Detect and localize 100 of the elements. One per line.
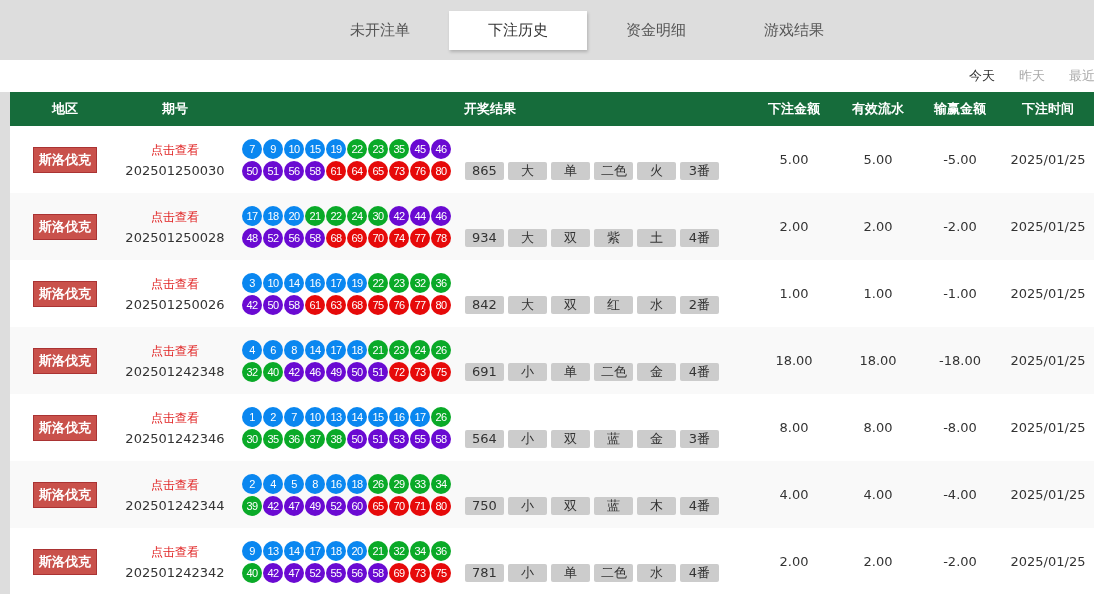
table-cell-text: -18.00 xyxy=(938,353,982,368)
number-ball: 76 xyxy=(389,294,409,315)
number-ball: 26 xyxy=(431,406,451,427)
number-ball: 16 xyxy=(389,406,409,427)
view-link[interactable]: 点击查看 xyxy=(151,342,199,360)
number-ball: 76 xyxy=(410,160,430,181)
number-ball: 18 xyxy=(347,473,367,494)
number-ball: 55 xyxy=(326,562,346,583)
view-link[interactable]: 点击查看 xyxy=(151,409,199,427)
number-ball: 3 xyxy=(242,272,262,293)
number-ball: 51 xyxy=(368,428,388,449)
result-tag: 小 xyxy=(508,362,547,381)
result-tag: 842 xyxy=(465,295,504,314)
tab[interactable]: 未开注单 xyxy=(311,10,449,50)
table-cell-text: -2.00 xyxy=(942,219,978,234)
column-header: 下注时间 xyxy=(1021,100,1075,118)
number-ball: 26 xyxy=(368,473,388,494)
number-ball: 24 xyxy=(347,205,367,226)
number-ball: 49 xyxy=(305,495,325,516)
region-label: 斯洛伐克 xyxy=(33,414,97,441)
number-ball: 7 xyxy=(284,406,304,427)
number-ball: 18 xyxy=(263,205,283,226)
number-ball: 40 xyxy=(242,562,262,583)
view-link[interactable]: 点击查看 xyxy=(151,543,199,561)
number-ball: 39 xyxy=(242,495,262,516)
number-ball: 10 xyxy=(263,272,283,293)
result-tag: 781 xyxy=(465,563,504,582)
number-ball: 50 xyxy=(242,160,262,181)
tab[interactable]: 资金明细 xyxy=(587,10,725,50)
number-ball: 4 xyxy=(242,339,262,360)
table-cell-text: 4.00 xyxy=(778,487,810,502)
number-ball: 47 xyxy=(284,495,304,516)
result-tag: 双 xyxy=(551,295,590,314)
number-ball: 8 xyxy=(284,339,304,360)
number-ball: 42 xyxy=(389,205,409,226)
table-cell-text: -4.00 xyxy=(942,487,978,502)
number-ball: 15 xyxy=(368,406,388,427)
number-ball: 17 xyxy=(305,540,325,561)
number-ball: 40 xyxy=(263,361,283,382)
table-cell-text: 4.00 xyxy=(862,487,894,502)
number-ball: 61 xyxy=(326,160,346,181)
number-ball: 19 xyxy=(347,272,367,293)
number-ball: 46 xyxy=(431,205,451,226)
number-ball: 55 xyxy=(410,428,430,449)
number-ball: 52 xyxy=(305,562,325,583)
result-tag: 木 xyxy=(637,496,676,515)
number-ball: 73 xyxy=(389,160,409,181)
view-link[interactable]: 点击查看 xyxy=(151,208,199,226)
result-tag: 双 xyxy=(551,496,590,515)
result-tag: 865 xyxy=(465,161,504,180)
number-ball: 52 xyxy=(263,227,283,248)
number-ball: 70 xyxy=(368,227,388,248)
number-ball: 17 xyxy=(326,272,346,293)
period-number: 202501242342 xyxy=(125,564,225,580)
number-ball: 36 xyxy=(431,540,451,561)
number-ball: 58 xyxy=(431,428,451,449)
period-number: 202501250028 xyxy=(125,229,225,245)
number-ball: 33 xyxy=(410,473,430,494)
table-cell-text: 8.00 xyxy=(862,420,894,435)
result-tag: 红 xyxy=(594,295,633,314)
tab[interactable]: 下注历史 xyxy=(449,10,587,50)
date-filter-button[interactable]: 今天 xyxy=(962,67,1002,85)
region-label: 斯洛伐克 xyxy=(33,548,97,575)
number-ball: 24 xyxy=(410,339,430,360)
number-ball: 80 xyxy=(431,294,451,315)
number-ball: 49 xyxy=(326,361,346,382)
result-tag: 双 xyxy=(551,228,590,247)
result-tag: 单 xyxy=(551,161,590,180)
table-cell-text: 5.00 xyxy=(778,152,810,167)
table-cell-text: -5.00 xyxy=(942,152,978,167)
table-cell-text: 5.00 xyxy=(862,152,894,167)
result-tag: 单 xyxy=(551,362,590,381)
number-ball: 69 xyxy=(347,227,367,248)
result-tag: 小 xyxy=(508,429,547,448)
result-tag: 二色 xyxy=(594,362,633,381)
number-ball: 2 xyxy=(242,473,262,494)
number-ball: 17 xyxy=(242,205,262,226)
number-ball: 21 xyxy=(368,339,388,360)
number-ball: 14 xyxy=(305,339,325,360)
tab[interactable]: 游戏结果 xyxy=(725,10,863,50)
number-ball: 75 xyxy=(431,361,451,382)
number-ball: 6 xyxy=(263,339,283,360)
number-ball: 69 xyxy=(389,562,409,583)
view-link[interactable]: 点击查看 xyxy=(151,275,199,293)
period-number: 202501250026 xyxy=(125,296,225,312)
number-ball: 80 xyxy=(431,160,451,181)
region-label: 斯洛伐克 xyxy=(33,213,97,240)
view-link[interactable]: 点击查看 xyxy=(151,476,199,494)
result-tag: 金 xyxy=(637,429,676,448)
view-link[interactable]: 点击查看 xyxy=(151,141,199,159)
period-number: 202501242344 xyxy=(125,497,225,513)
number-ball: 70 xyxy=(389,495,409,516)
region-label: 斯洛伐克 xyxy=(33,481,97,508)
result-tag: 小 xyxy=(508,496,547,515)
number-ball: 13 xyxy=(326,406,346,427)
column-header: 下注金额 xyxy=(767,100,821,118)
number-ball: 63 xyxy=(326,294,346,315)
result-tag: 934 xyxy=(465,228,504,247)
number-ball: 42 xyxy=(284,361,304,382)
number-ball: 46 xyxy=(431,138,451,159)
